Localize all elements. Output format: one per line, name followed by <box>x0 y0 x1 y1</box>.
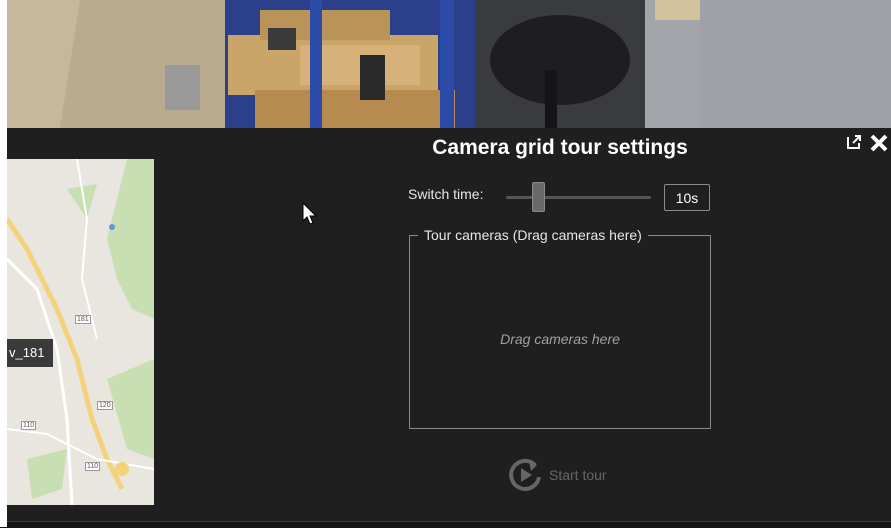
map-road-label: 110 <box>85 462 101 471</box>
start-tour-button[interactable]: Start tour <box>505 454 607 496</box>
switch-time-slider-thumb[interactable] <box>532 182 546 212</box>
left-border <box>0 0 7 527</box>
drop-hint: Drag cameras here <box>500 331 620 347</box>
close-icon[interactable] <box>869 133 889 153</box>
switch-time-slider-track[interactable] <box>506 196 651 199</box>
camera-feed <box>0 0 891 128</box>
switch-time-value[interactable]: 10s <box>664 184 710 211</box>
play-refresh-icon <box>509 458 541 491</box>
mouse-cursor-icon <box>302 201 318 231</box>
dialog-title: Camera grid tour settings <box>432 136 688 159</box>
map-road-label: 181 <box>75 315 91 324</box>
map-camera-label[interactable]: v_181 <box>7 339 53 367</box>
map-road-label: 120 <box>97 401 113 410</box>
tour-cameras-legend: Tour cameras (Drag cameras here) <box>418 227 648 243</box>
switch-time-label: Switch time: <box>408 186 484 202</box>
start-tour-label: Start tour <box>549 467 607 483</box>
popout-icon[interactable] <box>845 133 865 153</box>
map-preview[interactable]: 181 120 110 110 <box>7 159 154 505</box>
map-road-label: 110 <box>21 421 37 430</box>
